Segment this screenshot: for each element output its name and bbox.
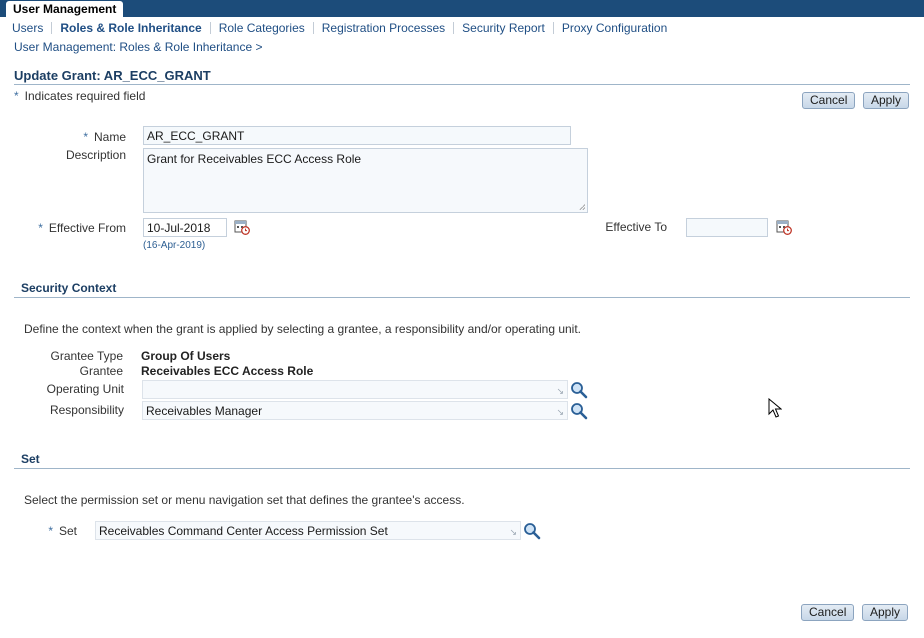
set-description: Select the permission set or menu naviga… xyxy=(24,493,465,507)
mouse-cursor-icon xyxy=(768,398,782,418)
security-context-description: Define the context when the grant is app… xyxy=(24,322,582,336)
search-icon[interactable] xyxy=(570,381,588,399)
breadcrumb[interactable]: User Management: Roles & Role Inheritanc… xyxy=(14,40,262,54)
name-field[interactable]: AR_ECC_GRANT xyxy=(143,126,571,145)
apply-button-bottom[interactable]: Apply xyxy=(862,604,909,621)
description-text: Grant for Receivables ECC Access Role xyxy=(147,152,362,166)
lov-arrow-icon: ↘ xyxy=(556,386,564,396)
grantee-type-value: Group Of Users xyxy=(141,349,231,363)
security-context-heading: Security Context xyxy=(21,281,117,295)
required-marker: * xyxy=(14,89,19,103)
resize-grip[interactable] xyxy=(579,204,585,210)
responsibility-input[interactable]: Receivables Manager ↘ xyxy=(142,401,568,420)
section-divider xyxy=(14,297,910,298)
effective-from-input[interactable]: 10-Jul-2018 xyxy=(143,218,227,237)
operating-unit-input[interactable]: ↘ xyxy=(142,380,568,399)
required-marker: * xyxy=(83,130,88,144)
tab-security-report[interactable]: Security Report xyxy=(454,21,553,35)
cancel-button[interactable]: Cancel xyxy=(802,92,856,109)
description-label: Description xyxy=(65,148,126,162)
cancel-button-bottom[interactable]: Cancel xyxy=(801,604,855,621)
title-divider xyxy=(14,84,910,85)
search-icon[interactable] xyxy=(570,402,588,420)
section-divider xyxy=(14,468,910,469)
tab-users[interactable]: Users xyxy=(4,21,51,35)
required-marker: * xyxy=(38,221,43,235)
search-icon[interactable] xyxy=(523,522,541,540)
description-textarea[interactable]: Grant for Receivables ECC Access Role xyxy=(143,148,588,213)
lov-arrow-icon: ↘ xyxy=(509,527,517,537)
responsibility-label: Responsibility xyxy=(49,403,124,417)
required-field-note: * Indicates required field xyxy=(14,89,145,103)
name-label: * Name xyxy=(83,130,126,144)
apply-button[interactable]: Apply xyxy=(863,92,910,109)
grantee-value: Receivables ECC Access Role xyxy=(141,364,314,378)
tab-registration-processes[interactable]: Registration Processes xyxy=(314,21,453,35)
app-header-bar: User Management xyxy=(0,0,924,18)
lov-arrow-icon: ↘ xyxy=(556,407,564,417)
set-input[interactable]: Receivables Command Center Access Permis… xyxy=(95,521,521,540)
effective-from-hint: (16-Apr-2019) xyxy=(143,240,206,251)
set-label: * Set xyxy=(48,524,77,538)
grantee-type-label: Grantee Type xyxy=(50,349,124,363)
calendar-icon[interactable] xyxy=(776,219,792,235)
effective-to-label: Effective To xyxy=(605,220,667,234)
tab-roles-inheritance[interactable]: Roles & Role Inheritance xyxy=(52,21,209,35)
effective-to-input[interactable] xyxy=(686,218,768,237)
calendar-icon[interactable] xyxy=(234,219,250,235)
required-note-text: Indicates required field xyxy=(24,89,146,103)
operating-unit-label: Operating Unit xyxy=(46,382,124,396)
set-heading: Set xyxy=(21,452,40,466)
required-marker: * xyxy=(48,524,53,538)
effective-from-label: * Effective From xyxy=(38,221,126,235)
app-title-tab[interactable]: User Management xyxy=(6,1,124,18)
tab-proxy-configuration[interactable]: Proxy Configuration xyxy=(554,21,675,35)
page-title: Update Grant: AR_ECC_GRANT xyxy=(14,68,211,83)
tab-role-categories[interactable]: Role Categories xyxy=(211,21,313,35)
subtab-bar: Users Roles & Role Inheritance Role Cate… xyxy=(0,17,924,39)
grantee-label: Grantee xyxy=(79,364,123,378)
